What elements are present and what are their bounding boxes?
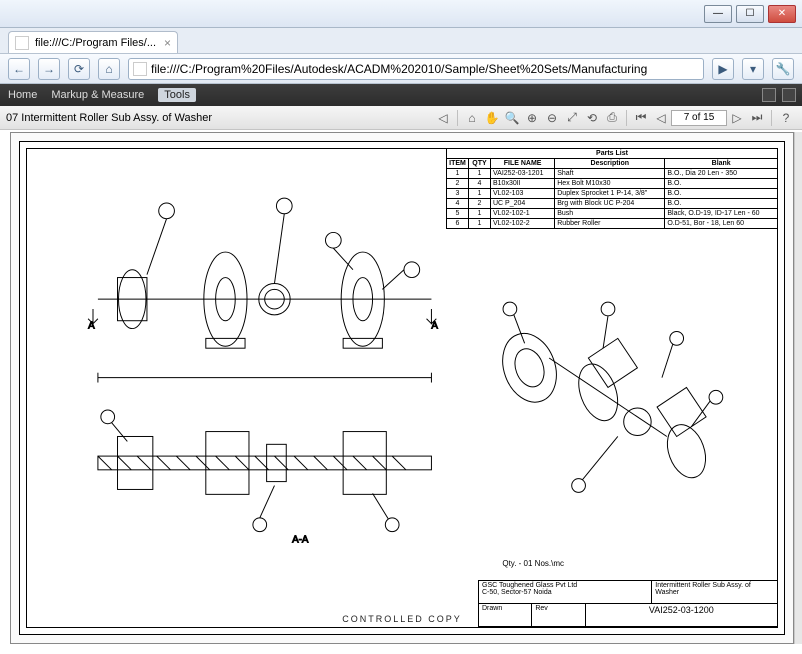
browser-tab[interactable]: file:///C:/Program Files/... × xyxy=(8,31,178,53)
sheet-name-label: 07 Intermittent Roller Sub Assy. of Wash… xyxy=(6,112,220,124)
controlled-copy-stamp: CONTROLLED COPY xyxy=(342,614,462,624)
quantity-note: Qty. - 01 Nos.\mc xyxy=(502,559,564,568)
viewer-toolbar: 07 Intermittent Roller Sub Assy. of Wash… xyxy=(0,106,802,130)
menu-tools[interactable]: Tools xyxy=(158,88,196,102)
tab-close-icon[interactable]: × xyxy=(164,36,171,50)
menu-overflow-1[interactable] xyxy=(762,88,776,102)
menu-markup-measure[interactable]: Markup & Measure xyxy=(51,89,144,101)
page-last-icon[interactable]: ⏭ xyxy=(748,109,766,127)
nav-home-button[interactable]: ⌂ xyxy=(98,58,120,80)
tool-pan-icon[interactable]: ✋ xyxy=(483,109,501,127)
company-address: C-50, Sector-57 Noida xyxy=(482,589,648,596)
tool-home-icon[interactable]: ⌂ xyxy=(463,109,481,127)
page-favicon xyxy=(15,36,29,50)
drawing-canvas[interactable]: Parts List ITEM QTY FILE NAME Descriptio… xyxy=(10,132,794,644)
tools-menu-button[interactable]: 🔧 xyxy=(772,58,794,80)
tool-print-icon[interactable]: ⎙ xyxy=(603,109,621,127)
page-first-icon[interactable]: ⏮ xyxy=(632,109,650,127)
tab-title: file:///C:/Program Files/... xyxy=(35,37,156,49)
address-favicon xyxy=(133,62,147,76)
drawing-views: A A xyxy=(30,152,774,564)
nav-reload-button[interactable]: ⟳ xyxy=(68,58,90,80)
company-name: GSC Toughened Glass Pvt Ltd xyxy=(482,582,648,589)
vertical-scrollbar[interactable] xyxy=(794,132,802,644)
section-label: A-A xyxy=(292,534,309,545)
page-prev-icon[interactable]: ◁ xyxy=(652,109,670,127)
page-menu-button[interactable]: ▾ xyxy=(742,58,764,80)
menu-home[interactable]: Home xyxy=(8,89,37,101)
tool-zoom-out-icon[interactable]: ⊖ xyxy=(543,109,561,127)
nav-go-button[interactable]: ▶ xyxy=(712,58,734,80)
tool-fit-icon[interactable]: ⤢ xyxy=(563,109,581,127)
tb-col-b: Rev xyxy=(532,604,585,627)
tool-rotate-icon[interactable]: ⟲ xyxy=(583,109,601,127)
nav-forward-button[interactable]: → xyxy=(38,58,60,80)
window-minimize-button[interactable]: — xyxy=(704,5,732,23)
tool-help-icon[interactable]: ? xyxy=(777,109,795,127)
page-number-input[interactable] xyxy=(671,110,727,126)
address-bar[interactable] xyxy=(128,58,704,80)
address-input[interactable] xyxy=(151,62,699,76)
tool-zoom-in-icon[interactable]: ⊕ xyxy=(523,109,541,127)
drawing-title: Intermittent Roller Sub Assy. of Washer xyxy=(652,581,777,604)
tool-prev-sheet-icon[interactable]: ◁ xyxy=(434,109,452,127)
drawing-number: VAI252-03-1200 xyxy=(586,604,777,627)
drawing-sheet: Parts List ITEM QTY FILE NAME Descriptio… xyxy=(19,141,785,635)
browser-toolbar: ← → ⟳ ⌂ ▶ ▾ 🔧 xyxy=(0,54,802,84)
menu-overflow-2[interactable] xyxy=(782,88,796,102)
viewer-menubar: Home Markup & Measure Tools xyxy=(0,84,802,106)
nav-back-button[interactable]: ← xyxy=(8,58,30,80)
page-next-icon[interactable]: ▷ xyxy=(728,109,746,127)
window-maximize-button[interactable]: ☐ xyxy=(736,5,764,23)
tool-zoom-window-icon[interactable]: 🔍 xyxy=(503,109,521,127)
browser-tabstrip: file:///C:/Program Files/... × xyxy=(0,28,802,54)
title-block: GSC Toughened Glass Pvt Ltd C-50, Sector… xyxy=(478,580,778,628)
tb-col-a: Drawn xyxy=(479,604,532,627)
window-close-button[interactable]: ✕ xyxy=(768,5,796,23)
